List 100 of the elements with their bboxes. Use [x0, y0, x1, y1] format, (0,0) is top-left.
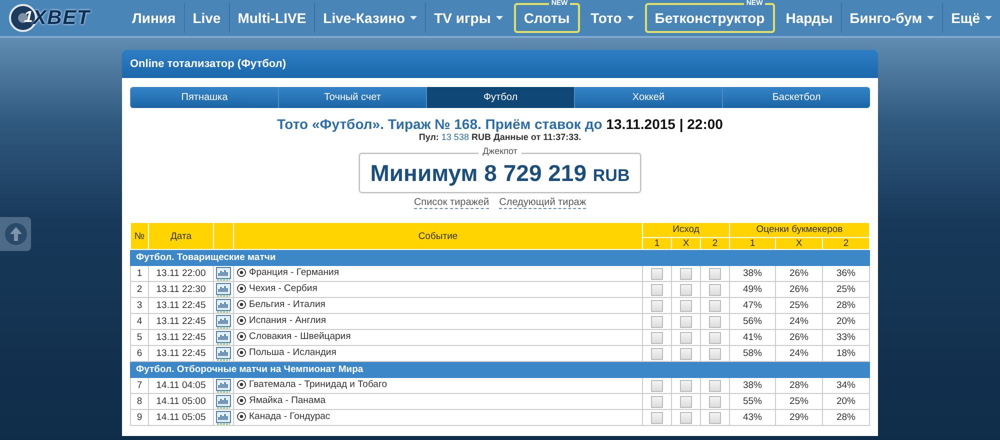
pick-checkbox[interactable]: [708, 380, 721, 392]
stats-icon[interactable]: [216, 298, 231, 312]
stats-icon[interactable]: [216, 266, 231, 280]
link[interactable]: Список тиражей: [414, 197, 490, 209]
table-cell: 13.11 22:45: [148, 314, 214, 330]
pick-checkbox[interactable]: [680, 300, 692, 312]
pick-checkbox[interactable]: [708, 396, 721, 408]
pick-checkbox[interactable]: [708, 316, 721, 328]
table-cell: 29%: [775, 410, 822, 426]
stats-icon[interactable]: [216, 410, 231, 424]
stats-icon[interactable]: [216, 330, 231, 344]
table-cell: 5: [130, 330, 148, 346]
column-header: X: [775, 237, 822, 250]
pick-checkbox[interactable]: [708, 300, 721, 312]
nav-link[interactable]: Live: [184, 4, 229, 32]
pick-checkbox[interactable]: [680, 316, 692, 328]
stats-icon[interactable]: [216, 314, 231, 328]
table-cell: Франция - Германия: [249, 267, 339, 278]
table-cell: Канада - Гондурас: [249, 411, 330, 422]
table-cell: 14.11 05:00: [148, 394, 214, 410]
table-cell: 20%: [822, 314, 870, 330]
nav-link[interactable]: Live-Казино: [315, 4, 426, 32]
pick-checkbox[interactable]: [680, 348, 692, 360]
pool-info: Пул: 13 538 RUB Данные от 11:37:33.: [418, 132, 582, 142]
scroll-up-button[interactable]: [0, 217, 31, 251]
table-cell: Бельгия - Италия: [249, 299, 326, 310]
jackpot-label: Джекпот: [478, 146, 522, 156]
table-cell: 33%: [822, 330, 870, 346]
nav-link[interactable]: Нарды: [778, 4, 841, 32]
section-header: Футбол. Товарищеские матчи: [130, 250, 870, 266]
pick-checkbox[interactable]: [708, 412, 721, 424]
table-cell: 28%: [822, 298, 870, 314]
column-header: 1: [729, 237, 776, 250]
stats-icon[interactable]: [216, 378, 231, 392]
nav-link[interactable]: Линия: [124, 4, 184, 32]
tab[interactable]: Пятнашка: [130, 87, 278, 108]
pick-checkbox[interactable]: [680, 412, 692, 424]
nav-link[interactable]: Multi-LIVE: [230, 4, 314, 32]
table-cell: 13.11 22:45: [148, 330, 214, 346]
pick-checkbox[interactable]: [680, 268, 692, 280]
nav-link[interactable]: Бинго-бум: [842, 4, 942, 32]
caret-icon: [927, 16, 934, 20]
table-cell: 1: [130, 266, 148, 282]
table-cell: 25%: [775, 394, 822, 410]
pick-checkbox[interactable]: [680, 284, 692, 296]
section-header: Футбол. Отборочные матчи на Чемпионат Мира: [130, 362, 870, 378]
nav-link[interactable]: TV игры: [426, 4, 511, 32]
table-cell: 26%: [775, 266, 822, 282]
pick-checkbox[interactable]: [650, 396, 663, 408]
link[interactable]: Следующий тираж: [499, 197, 586, 209]
pick-checkbox[interactable]: [680, 380, 692, 392]
table-cell: 47%: [729, 298, 776, 314]
table-cell: 4: [130, 314, 148, 330]
table-cell: 7: [130, 378, 148, 394]
pick-checkbox[interactable]: [650, 332, 663, 344]
table-cell: Польша - Исландия: [249, 347, 336, 358]
table-cell: 25%: [822, 282, 870, 298]
pick-checkbox[interactable]: [708, 268, 721, 280]
table-cell: 2: [130, 282, 148, 298]
table-cell: 14.11 05:05: [148, 410, 214, 426]
pick-checkbox[interactable]: [650, 412, 663, 424]
column-header: 2: [822, 237, 870, 250]
table-cell: 25%: [775, 298, 822, 314]
pick-checkbox[interactable]: [650, 316, 663, 328]
pick-checkbox[interactable]: [680, 396, 692, 408]
table-cell: 49%: [729, 282, 776, 298]
nav-link[interactable]: Ещё: [943, 4, 1000, 32]
table-cell: 55%: [729, 394, 776, 410]
table-cell: 24%: [775, 314, 822, 330]
tab[interactable]: Баскетбол: [722, 87, 870, 108]
pick-checkbox[interactable]: [650, 268, 663, 280]
table-cell: 3: [130, 298, 148, 314]
table-cell: 28%: [775, 378, 822, 394]
table-cell: Чехия - Сербия: [249, 283, 318, 294]
pick-checkbox[interactable]: [650, 284, 663, 296]
pick-checkbox[interactable]: [708, 348, 721, 360]
table-cell: 13.11 22:45: [148, 298, 214, 314]
nav-link[interactable]: Тото: [582, 4, 642, 32]
table-cell: 9: [130, 410, 148, 426]
stats-icon[interactable]: [216, 346, 231, 360]
stats-icon[interactable]: [216, 394, 231, 408]
tab[interactable]: Хоккей: [574, 87, 722, 108]
table-cell: 38%: [729, 266, 776, 282]
pick-checkbox[interactable]: [650, 380, 663, 392]
column-header: №: [130, 222, 148, 250]
caret-icon: [985, 16, 992, 20]
pick-checkbox[interactable]: [650, 300, 663, 312]
pick-checkbox[interactable]: [708, 284, 721, 296]
table-cell: 14.11 04:05: [148, 378, 214, 394]
table-cell: Словакия - Швейцария: [249, 331, 351, 342]
pick-checkbox[interactable]: [680, 332, 692, 344]
tab[interactable]: Точный счет: [278, 87, 426, 108]
pick-checkbox[interactable]: [650, 348, 663, 360]
caret-icon: [496, 16, 503, 20]
caret-icon: [410, 16, 418, 20]
stats-icon[interactable]: [216, 282, 231, 296]
table-cell: 20%: [822, 394, 870, 410]
table-cell: 8: [130, 394, 148, 410]
pick-checkbox[interactable]: [708, 332, 721, 344]
tab[interactable]: Футбол: [426, 87, 574, 108]
